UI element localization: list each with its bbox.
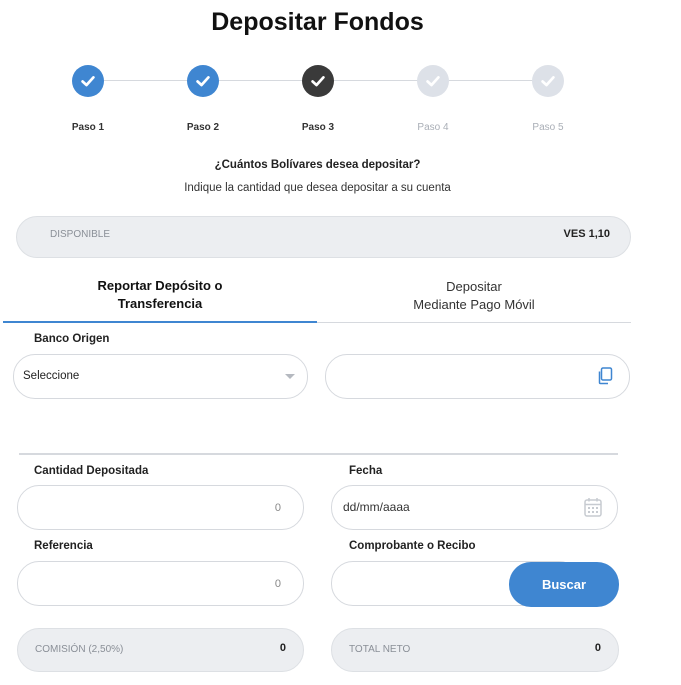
check-icon: [311, 76, 325, 87]
net-total-field: TOTAL NETO 0: [331, 628, 619, 672]
amount-input[interactable]: 0: [17, 485, 304, 530]
step-1-label: Paso 1: [71, 122, 105, 133]
tab-mobile-payment-line1: Depositar: [446, 279, 502, 294]
step-4-label: Paso 4: [417, 122, 449, 133]
step-connector: [449, 80, 533, 81]
check-icon: [196, 76, 210, 87]
date-placeholder: dd/mm/aaaa: [343, 500, 410, 514]
search-button[interactable]: Buscar: [509, 562, 619, 607]
date-input[interactable]: dd/mm/aaaa: [331, 485, 618, 530]
bank-origin-select[interactable]: Seleccione: [13, 354, 308, 399]
available-balance: DISPONIBLE VES 1,10: [16, 216, 631, 258]
step-2-label: Paso 2: [186, 122, 220, 133]
commission-field: COMISIÓN (2,50%) 0: [17, 628, 304, 672]
reference-value: 0: [274, 578, 281, 590]
chevron-down-icon: [285, 374, 295, 379]
date-label: Fecha: [349, 465, 383, 477]
reference-label: Referencia: [34, 540, 93, 552]
step-5-circle: [532, 65, 564, 97]
commission-value: 0: [279, 642, 286, 654]
tab-report-deposit[interactable]: Reportar Depósito o Transferencia: [3, 272, 317, 323]
calendar-icon[interactable]: [584, 497, 602, 517]
available-label: DISPONIBLE: [50, 229, 111, 240]
amount-label: Cantidad Depositada: [34, 465, 149, 477]
tab-mobile-payment[interactable]: Depositar Mediante Pago Móvil: [317, 272, 631, 323]
commission-label: COMISIÓN (2,50%): [35, 644, 124, 655]
step-3-circle: [302, 65, 334, 97]
net-total-label: TOTAL NETO: [349, 644, 411, 655]
net-total-value: 0: [594, 642, 601, 654]
step-4-circle: [417, 65, 449, 97]
step-connector: [219, 80, 303, 81]
check-icon: [81, 76, 95, 87]
step-1-circle: [72, 65, 104, 97]
section-divider: [19, 453, 618, 455]
tab-mobile-payment-line2: Mediante Pago Móvil: [413, 297, 535, 312]
deposit-question: ¿Cuántos Bolívares desea depositar?: [214, 159, 421, 171]
reference-input[interactable]: 0: [17, 561, 304, 606]
page-title: Depositar Fondos: [211, 8, 424, 36]
bank-account-field[interactable]: [325, 354, 630, 399]
check-icon: [541, 76, 555, 87]
bank-origin-selected: Seleccione: [23, 370, 80, 382]
check-icon: [426, 76, 440, 87]
deposit-subtitle: Indique la cantidad que desea depositar …: [184, 182, 451, 194]
step-connector: [104, 80, 188, 81]
copy-icon[interactable]: [597, 367, 613, 385]
step-5-label: Paso 5: [532, 122, 564, 133]
bank-origin-label: Banco Origen: [34, 333, 110, 345]
step-connector: [334, 80, 418, 81]
step-2-circle: [187, 65, 219, 97]
step-3-label: Paso 3: [301, 122, 335, 133]
receipt-label: Comprobante o Recibo: [349, 540, 476, 552]
available-value: VES 1,10: [563, 228, 610, 240]
amount-value: 0: [274, 502, 281, 514]
tab-report-deposit-line2: Transferencia: [117, 296, 203, 311]
tab-report-deposit-line1: Reportar Depósito o: [97, 278, 223, 293]
